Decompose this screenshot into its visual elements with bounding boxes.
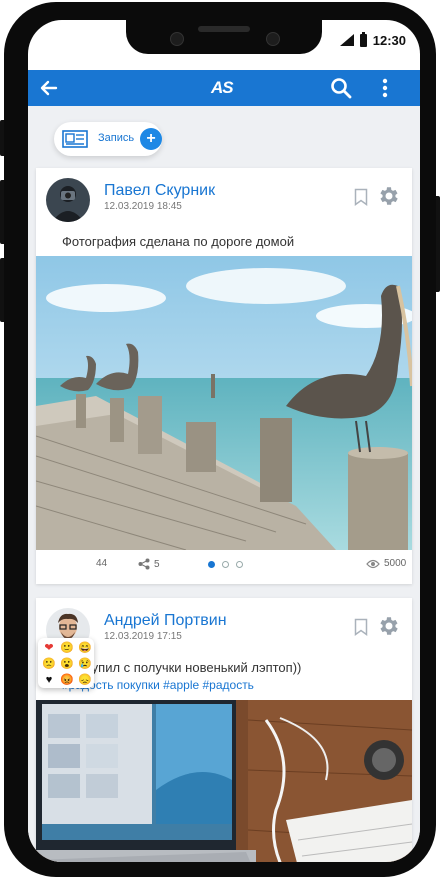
post-author[interactable]: Андрей Портвин [104,612,227,630]
reaction-cry[interactable]: 😢 [76,656,94,672]
reaction-sad[interactable]: 🙁 [40,656,58,672]
reaction-disappointed[interactable]: 😞 [76,672,94,688]
carousel-dot[interactable] [236,561,243,568]
gear-icon[interactable] [376,184,400,208]
post-photo-laptop[interactable] [36,700,412,862]
plus-icon[interactable]: + [140,128,162,150]
post-card: Андрей Портвин 12.03.2019 17:15 Прикупил… [36,598,412,862]
signal-icon [339,34,354,46]
carousel-dot-active[interactable] [208,561,215,568]
shares-count[interactable]: 5 [138,558,160,570]
app-bar: AS [28,70,420,106]
phone-frame: 12:30 AS Запись + Павел Скурник 12.03.20… [4,2,436,877]
gear-icon[interactable] [376,614,400,638]
sensor-icon [266,32,280,46]
post-card: Павел Скурник 12.03.2019 18:45 Фотографи… [36,168,412,584]
views-count: 5000 [366,558,406,569]
carousel-dot[interactable] [222,561,229,568]
eye-icon [366,559,380,568]
bookmark-icon[interactable] [354,188,368,206]
document-icon [62,130,88,148]
more-vert-icon[interactable] [374,77,396,99]
reaction-angry[interactable]: 😡 [58,672,76,688]
app-logo[interactable]: AS [211,78,234,98]
post-text: Фотография сделана по дороге домой [62,234,295,249]
feed: Запись + Павел Скурник 12.03.2019 18:45 [28,106,420,862]
reaction-heart[interactable]: ❤ [40,640,58,656]
camera-icon [170,32,184,46]
search-icon[interactable] [330,77,352,99]
status-bar: 12:30 [339,30,406,50]
create-post-label: Запись [98,132,135,144]
speaker [198,26,250,32]
post-date: 12.03.2019 17:15 [104,631,182,642]
share-icon [138,558,150,570]
status-time: 12:30 [372,32,406,48]
reaction-wow[interactable]: 😮 [58,656,76,672]
create-post-button[interactable]: Запись + [54,122,162,156]
bookmark-icon[interactable] [354,618,368,636]
reaction-black-heart[interactable]: ♥ [40,672,58,688]
comments-count[interactable]: 44 [96,558,107,569]
reactions-picker[interactable]: ❤ 🙂 😄 🙁 😮 😢 ♥ 😡 😞 [38,638,94,688]
reaction-smile[interactable]: 🙂 [58,640,76,656]
notch [126,20,322,54]
post-stats: 44 5 5000 [36,550,412,580]
post-photo-pelicans[interactable] [36,256,412,550]
screen: 12:30 AS Запись + Павел Скурник 12.03.20… [28,20,420,862]
post-text: Прикупил с получки новенький лэптоп)) [62,660,302,675]
avatar[interactable] [46,178,90,222]
back-arrow-icon[interactable] [38,77,60,99]
reaction-laugh[interactable]: 😄 [76,640,94,656]
post-date: 12.03.2019 18:45 [104,201,182,212]
battery-icon [359,31,367,47]
post-author[interactable]: Павел Скурник [104,182,215,200]
